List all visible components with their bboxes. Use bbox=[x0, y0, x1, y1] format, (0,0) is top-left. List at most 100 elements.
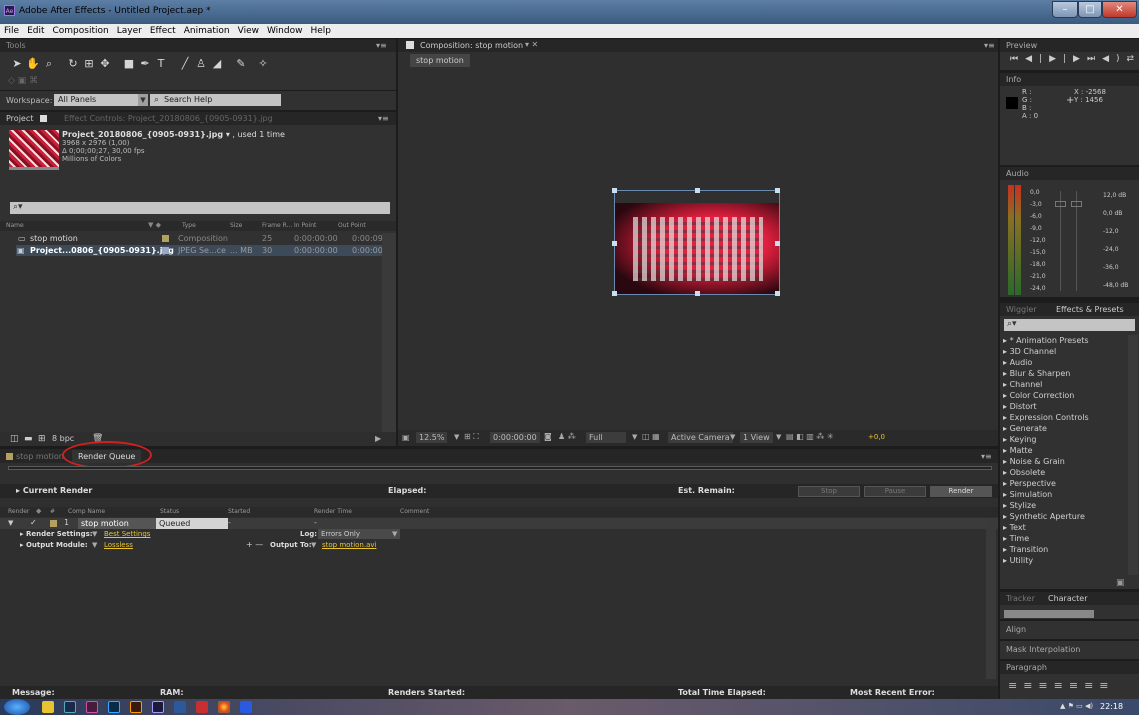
col-frame-rate[interactable]: Frame R... bbox=[262, 221, 292, 230]
play-icon[interactable]: ▶ bbox=[1049, 54, 1063, 64]
effect-category[interactable]: ▸ Utility bbox=[1003, 555, 1033, 566]
workspace-dropdown-icon[interactable]: ▼ bbox=[138, 94, 148, 106]
minimize-button[interactable]: – bbox=[1052, 1, 1078, 18]
audio-slider-handle[interactable] bbox=[1055, 201, 1066, 207]
effect-category[interactable]: ▸ Stylize bbox=[1003, 500, 1036, 511]
effect-category[interactable]: ▸ Audio bbox=[1003, 357, 1032, 368]
pan-behind-tool-icon[interactable]: ✥ bbox=[98, 57, 112, 71]
exposure-value[interactable]: +0,0 bbox=[868, 433, 885, 441]
effect-category[interactable]: ▸ Text bbox=[1003, 522, 1026, 533]
scroll-right-icon[interactable]: ▶ bbox=[375, 434, 381, 443]
render-queue-scrollbar[interactable] bbox=[986, 519, 996, 679]
panel-menu-icon[interactable]: ▾≡ bbox=[370, 39, 393, 52]
timecode-field[interactable]: 0:00:00:00 bbox=[490, 432, 540, 443]
label-tag-icon[interactable]: ▼ ◆ bbox=[148, 221, 161, 229]
tab-tools[interactable]: Tools bbox=[0, 39, 32, 52]
after-effects-icon[interactable] bbox=[152, 701, 164, 713]
comp-lock-icon[interactable] bbox=[406, 41, 414, 49]
hand-tool-icon[interactable]: ✋ bbox=[26, 57, 40, 71]
col-number[interactable]: # bbox=[50, 507, 55, 516]
tab-character[interactable]: Character bbox=[1042, 592, 1094, 605]
illustrator-icon[interactable] bbox=[130, 701, 142, 713]
render-comp-name[interactable]: stop motion bbox=[78, 518, 156, 529]
new-preset-icon[interactable]: ▣ bbox=[1116, 578, 1125, 588]
menu-animation[interactable]: Animation bbox=[180, 24, 234, 38]
interpret-footage-icon[interactable]: ◫ bbox=[10, 434, 19, 444]
menu-layer[interactable]: Layer bbox=[113, 24, 146, 38]
tab-project[interactable]: Project bbox=[0, 112, 39, 125]
brush-tool-icon[interactable]: ╱ bbox=[178, 57, 192, 71]
show-channel-icon[interactable]: ♟ ⁂ bbox=[558, 432, 576, 441]
rotate-tool-icon[interactable]: ↻ bbox=[66, 57, 80, 71]
tab-mask-interpolation[interactable]: Mask Interpolation bbox=[1000, 643, 1086, 656]
tab-composition[interactable]: Composition: stop motion bbox=[400, 39, 529, 52]
effect-category[interactable]: ▸ Synthetic Aperture bbox=[1003, 511, 1085, 522]
col-status[interactable]: Status bbox=[160, 507, 179, 516]
effect-category[interactable]: ▸ Time bbox=[1003, 533, 1029, 544]
eraser-tool-icon[interactable]: ◢ bbox=[210, 57, 224, 71]
menu-window[interactable]: Window bbox=[263, 24, 307, 38]
col-size[interactable]: Size bbox=[230, 221, 242, 230]
current-render-label[interactable]: ▸ Current Render bbox=[16, 486, 92, 495]
layer-bounding-box[interactable] bbox=[612, 188, 780, 296]
table-row[interactable]: ▣ Project...0806_{0905-0931}.jpg JPEG Se… bbox=[16, 245, 396, 256]
panel-menu-icon[interactable]: ▾≡ bbox=[975, 450, 998, 463]
snapshot-icon[interactable]: ◙ bbox=[544, 432, 552, 441]
clone-stamp-tool-icon[interactable]: ♙ bbox=[194, 57, 208, 71]
view-dropdown-icon[interactable]: ▼ bbox=[776, 433, 781, 441]
render-checkbox[interactable]: ✓ bbox=[30, 518, 37, 527]
axis-mode-icon[interactable]: ◇ ▣ ⌘ bbox=[8, 76, 38, 86]
tab-preview[interactable]: Preview bbox=[1000, 39, 1043, 52]
col-render-time[interactable]: Render Time bbox=[314, 507, 352, 516]
menu-file[interactable]: File bbox=[0, 24, 23, 38]
resolution-dropdown-icon[interactable]: ▼ bbox=[632, 433, 637, 441]
expand-icon[interactable]: ▼ bbox=[8, 519, 13, 527]
effect-category[interactable]: ▸ 3D Channel bbox=[1003, 346, 1056, 357]
explorer-icon[interactable] bbox=[42, 701, 54, 713]
region-of-interest-icon[interactable]: ◫ ▦ bbox=[642, 432, 660, 441]
effect-category[interactable]: ▸ Color Correction bbox=[1003, 390, 1074, 401]
camera-select[interactable]: Active Camera bbox=[668, 432, 733, 443]
paragraph-align-icons[interactable]: ≡≡≡≡≡≡≡ bbox=[1008, 679, 1115, 692]
pause-button[interactable]: Pause bbox=[864, 486, 926, 497]
col-out-point[interactable]: Out Point bbox=[338, 221, 366, 230]
footage-used[interactable]: ▾ , used 1 time bbox=[226, 130, 285, 139]
loop-icon[interactable]: ⇄ bbox=[1127, 54, 1139, 64]
log-dropdown-icon[interactable]: ▼ bbox=[392, 530, 397, 538]
search-help-input[interactable]: Search Help bbox=[150, 94, 281, 106]
bpc-label[interactable]: 8 bpc bbox=[52, 434, 74, 443]
word-icon[interactable] bbox=[240, 701, 252, 713]
menu-help[interactable]: Help bbox=[306, 24, 335, 38]
effect-category[interactable]: ▸ Transition bbox=[1003, 544, 1048, 555]
label-tag-icon[interactable]: ◆ bbox=[36, 507, 41, 515]
type-tool-icon[interactable]: T bbox=[154, 57, 168, 71]
render-button[interactable]: Render bbox=[930, 486, 992, 497]
selection-tool-icon[interactable]: ➤ bbox=[10, 57, 24, 71]
start-button[interactable] bbox=[4, 699, 30, 715]
comp-flowchart-tab[interactable]: stop motion bbox=[410, 54, 470, 67]
zoom-select[interactable]: 12.5% bbox=[416, 432, 448, 443]
tab-audio[interactable]: Audio bbox=[1000, 167, 1035, 180]
col-type[interactable]: Type bbox=[182, 221, 196, 230]
effect-category[interactable]: ▸ Blur & Sharpen bbox=[1003, 368, 1070, 379]
label-color[interactable] bbox=[50, 520, 57, 527]
label-color[interactable] bbox=[162, 247, 169, 254]
project-search-input[interactable] bbox=[10, 202, 390, 214]
effect-category[interactable]: ▸ Keying bbox=[1003, 434, 1036, 445]
puppet-tool-icon[interactable]: ✧ bbox=[256, 57, 270, 71]
effect-category[interactable]: ▸ Channel bbox=[1003, 379, 1042, 390]
log-select[interactable]: Errors Only bbox=[318, 529, 400, 539]
panel-menu-icon[interactable]: ▾≡ bbox=[978, 39, 1001, 52]
menu-effect[interactable]: Effect bbox=[146, 24, 180, 38]
menu-composition[interactable]: Composition bbox=[49, 24, 113, 38]
chrome-icon[interactable] bbox=[218, 701, 230, 713]
workspace-select[interactable]: All Panels bbox=[54, 94, 146, 106]
effect-category[interactable]: ▸ Perspective bbox=[1003, 478, 1056, 489]
render-settings-link[interactable]: Best Settings bbox=[104, 530, 150, 538]
effect-category[interactable]: ▸ * Animation Presets bbox=[1003, 335, 1089, 346]
new-folder-icon[interactable]: ▬ bbox=[24, 434, 33, 444]
maximize-button[interactable]: □ bbox=[1078, 1, 1102, 18]
comp-dropdown-icon[interactable]: ▾ ✕ bbox=[525, 40, 538, 49]
prev-frame-icon[interactable]: ◀| bbox=[1025, 54, 1049, 64]
clock[interactable]: 22:18 bbox=[1100, 702, 1123, 711]
